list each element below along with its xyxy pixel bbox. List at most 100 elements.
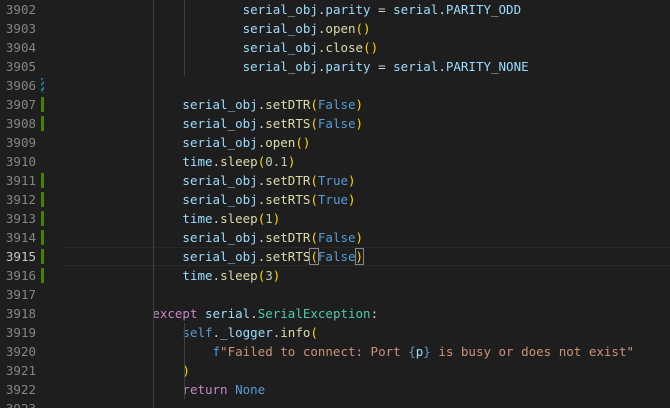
line-code[interactable]: serial_obj.setDTR(False) <box>62 228 363 247</box>
line-code[interactable]: serial_obj.setRTS(False) <box>62 114 363 133</box>
line-code[interactable]: serial_obj.setRTS(False) <box>62 247 365 266</box>
line-code[interactable]: time.sleep(0.1) <box>62 152 295 171</box>
diff-added-marker[interactable] <box>41 268 44 283</box>
line-number[interactable]: 3909 <box>0 133 36 152</box>
code-token: None <box>235 382 266 397</box>
code-line[interactable]: 3923 <box>0 399 670 408</box>
line-code[interactable]: serial_obj.open() <box>62 133 310 152</box>
code-token: 1 <box>265 211 273 226</box>
code-line[interactable]: 3916 time.sleep(3) <box>0 266 670 285</box>
code-line[interactable]: 3911 serial_obj.setDTR(True) <box>0 171 670 190</box>
diff-added-marker[interactable] <box>41 173 44 188</box>
line-number[interactable]: 3915 <box>0 247 36 266</box>
code-line[interactable]: 3919 self._logger.info( <box>0 323 670 342</box>
code-line[interactable]: 3917 <box>0 285 670 304</box>
code-token: except <box>152 306 198 321</box>
code-line[interactable]: 3915 serial_obj.setRTS(False) <box>0 247 670 266</box>
line-code[interactable]: serial_obj.setDTR(False) <box>62 95 363 114</box>
line-number[interactable]: 3917 <box>0 285 36 304</box>
code-line[interactable]: 3912 serial_obj.setRTS(True) <box>0 190 670 209</box>
line-code[interactable]: f"Failed to connect: Port {p} is busy or… <box>62 342 634 361</box>
code-token: serial_obj <box>182 135 258 150</box>
code-token: = <box>370 59 394 74</box>
code-line[interactable]: 3903 serial_obj.open() <box>0 19 670 38</box>
code-token: sleep <box>220 154 258 169</box>
diff-added-marker[interactable] <box>41 211 44 226</box>
code-editor[interactable]: 3902 serial_obj.parity = serial.PARITY_O… <box>0 0 670 408</box>
code-line[interactable]: 3908 serial_obj.setRTS(False) <box>0 114 670 133</box>
line-number[interactable]: 3904 <box>0 38 36 57</box>
line-number[interactable]: 3910 <box>0 152 36 171</box>
line-number[interactable]: 3907 <box>0 95 36 114</box>
line-number[interactable]: 3905 <box>0 57 36 76</box>
line-code[interactable]: serial_obj.setDTR(True) <box>62 171 355 190</box>
code-token: . <box>212 211 221 226</box>
diff-added-marker[interactable] <box>41 192 44 207</box>
line-number[interactable]: 3908 <box>0 114 36 133</box>
line-code[interactable]: serial_obj.open() <box>62 19 371 38</box>
line-number[interactable]: 3918 <box>0 304 36 323</box>
code-token: { <box>408 344 416 359</box>
diff-modified-marker[interactable] <box>41 78 44 93</box>
code-token: serial_obj <box>242 2 318 17</box>
code-line[interactable]: 3918 except serial.SerialException: <box>0 304 670 323</box>
code-line[interactable]: 3914 serial_obj.setDTR(False) <box>0 228 670 247</box>
code-token: True <box>317 192 349 207</box>
code-line[interactable]: 3906 <box>0 76 670 95</box>
code-token: ( <box>310 230 318 245</box>
code-token: SerialException <box>257 306 371 321</box>
code-line[interactable]: 3920 f"Failed to connect: Port {p} is bu… <box>0 342 670 361</box>
code-token: time <box>182 211 213 226</box>
line-number[interactable]: 3920 <box>0 342 36 361</box>
code-line[interactable]: 3904 serial_obj.close() <box>0 38 670 57</box>
line-number[interactable]: 3921 <box>0 361 36 380</box>
line-number[interactable]: 3919 <box>0 323 36 342</box>
code-line[interactable]: 3907 serial_obj.setDTR(False) <box>0 95 670 114</box>
diff-added-marker[interactable] <box>41 116 44 131</box>
line-code[interactable]: return None <box>62 380 265 399</box>
line-code[interactable]: serial_obj.setRTS(True) <box>62 190 356 209</box>
diff-added-marker[interactable] <box>41 97 44 112</box>
code-token: ( <box>310 325 318 340</box>
code-line[interactable]: 3913 time.sleep(1) <box>0 209 670 228</box>
line-number[interactable]: 3916 <box>0 266 36 285</box>
line-code[interactable]: ) <box>62 361 190 380</box>
code-token: . <box>438 2 446 17</box>
line-number[interactable]: 3903 <box>0 19 36 38</box>
code-token: serial <box>205 306 251 321</box>
code-token: setRTS <box>265 192 311 207</box>
code-line[interactable]: 3902 serial_obj.parity = serial.PARITY_O… <box>0 0 670 19</box>
line-number[interactable]: 3911 <box>0 171 36 190</box>
code-line[interactable]: 3922 return None <box>0 380 670 399</box>
line-code[interactable]: serial_obj.parity = serial.PARITY_NONE <box>62 57 529 76</box>
line-number[interactable]: 3913 <box>0 209 36 228</box>
code-token: sleep <box>220 268 258 283</box>
line-number[interactable]: 3922 <box>0 380 36 399</box>
code-token: . <box>212 268 221 283</box>
line-code[interactable]: self._logger.info( <box>62 323 318 342</box>
line-code[interactable]: time.sleep(3) <box>62 266 280 285</box>
line-number[interactable]: 3912 <box>0 190 36 209</box>
line-code[interactable]: serial_obj.close() <box>62 38 379 57</box>
code-line[interactable]: 3910 time.sleep(0.1) <box>0 152 670 171</box>
code-token: } <box>423 344 431 359</box>
line-number[interactable]: 3914 <box>0 228 36 247</box>
code-token: ) <box>348 192 356 207</box>
line-code[interactable]: serial_obj.parity = serial.PARITY_ODD <box>62 0 521 19</box>
line-number[interactable]: 3902 <box>0 0 36 19</box>
code-line[interactable]: 3909 serial_obj.open() <box>0 133 670 152</box>
diff-added-marker[interactable] <box>41 249 44 264</box>
line-code[interactable]: time.sleep(1) <box>62 209 280 228</box>
code-token: serial_obj <box>242 40 318 55</box>
code-line[interactable]: 3921 ) <box>0 361 670 380</box>
line-code[interactable]: except serial.SerialException: <box>62 304 378 323</box>
code-line[interactable]: 3905 serial_obj.parity = serial.PARITY_N… <box>0 57 670 76</box>
line-number[interactable]: 3906 <box>0 76 36 95</box>
line-number[interactable]: 3923 <box>0 399 36 408</box>
diff-added-marker[interactable] <box>41 230 44 245</box>
